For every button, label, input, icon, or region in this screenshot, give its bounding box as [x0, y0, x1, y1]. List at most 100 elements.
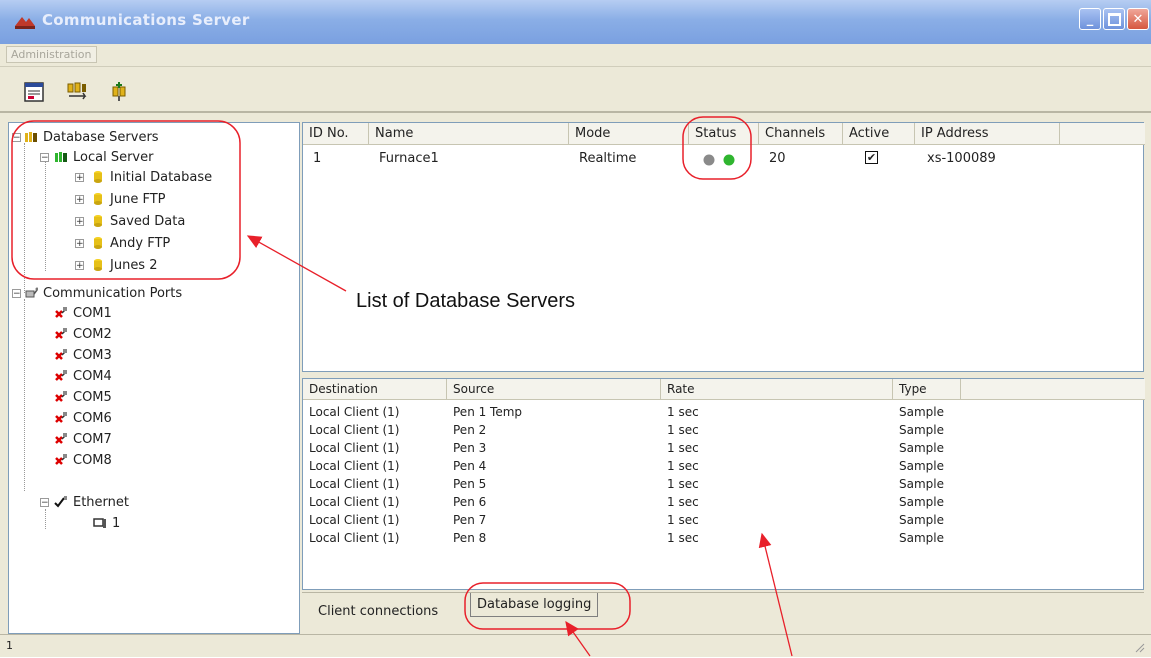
server-tree[interactable]: − Database Servers − Local Server + Init… — [8, 122, 300, 634]
tree-item-saved-data[interactable]: Saved Data — [91, 211, 185, 231]
server-add-button[interactable] — [108, 80, 132, 104]
cell-type: Sample — [899, 405, 944, 419]
status-text: 1 — [6, 639, 13, 652]
minimize-button[interactable]: _ — [1079, 8, 1101, 30]
database-icon — [94, 215, 102, 227]
status-bar: 1 — [0, 634, 1151, 657]
tree-item-initial-database[interactable]: Initial Database — [91, 167, 212, 187]
status-indicators — [703, 153, 739, 171]
maximize-icon — [1107, 12, 1121, 26]
cell-rate: 1 sec — [667, 513, 699, 527]
server-connect-button[interactable] — [65, 80, 89, 104]
cell-type: Sample — [899, 495, 944, 509]
cell-destination: Local Client (1) — [309, 477, 400, 491]
tree-item-device-1[interactable]: 1 — [93, 513, 120, 533]
menu-administration[interactable]: Administration — [6, 46, 97, 63]
col-header-type[interactable]: Type — [893, 379, 961, 400]
tree-item-local-server[interactable]: Local Server — [54, 147, 153, 167]
server-add-icon — [112, 82, 126, 101]
cell-source: Pen 8 — [453, 531, 487, 545]
cell-source: Pen 4 — [453, 459, 487, 473]
row-id: 1 — [313, 151, 322, 166]
annotation-label: List of Database Servers — [356, 290, 575, 312]
col-header-status[interactable]: Status — [689, 123, 759, 145]
cell-source: Pen 1 Temp — [453, 405, 523, 419]
close-icon: ✕ — [1132, 11, 1144, 27]
cell-destination: Local Client (1) — [309, 423, 400, 437]
tab-client-connections[interactable]: Client connections — [312, 600, 444, 623]
tab-database-logging[interactable]: Database logging — [470, 593, 599, 617]
com-port-error-icon — [55, 328, 67, 339]
tree-item-andy-ftp[interactable]: Andy FTP — [91, 233, 170, 253]
database-icon — [94, 171, 102, 183]
com-port-error-icon — [55, 370, 67, 381]
tree-item-com4[interactable]: COM4 — [54, 366, 112, 386]
resize-grip-icon[interactable] — [1133, 641, 1145, 653]
tree-item-junes-2[interactable]: Junes 2 — [91, 255, 158, 275]
com-port-error-icon — [55, 433, 67, 444]
active-checkbox[interactable]: ✔ — [865, 151, 878, 164]
title-bar[interactable]: Communications Server _ ✕ — [0, 0, 1151, 44]
close-button[interactable]: ✕ — [1127, 8, 1149, 30]
cell-destination: Local Client (1) — [309, 441, 400, 455]
tab-strip: Client connections Database logging — [302, 592, 1144, 630]
window-title: Communications Server — [42, 11, 250, 29]
com-port-error-icon — [55, 412, 67, 423]
row-ip-address: xs-100089 — [927, 151, 996, 166]
servers-table[interactable]: ID No. Name Mode Status Channels Active … — [302, 122, 1145, 372]
toolbar — [0, 67, 1151, 113]
cell-rate: 1 sec — [667, 477, 699, 491]
database-icon — [94, 259, 102, 271]
row-name: Furnace1 — [379, 151, 439, 166]
tree-item-june-ftp[interactable]: June FTP — [91, 189, 165, 209]
tree-item-ethernet[interactable]: Ethernet — [54, 492, 129, 512]
col-header-name[interactable]: Name — [369, 123, 569, 145]
col-header-active[interactable]: Active — [843, 123, 915, 145]
cell-source: Pen 7 — [453, 513, 487, 527]
database-servers-icon — [25, 132, 37, 142]
col-header-mode[interactable]: Mode — [569, 123, 689, 145]
com-port-error-icon — [55, 391, 67, 402]
status-ok-icon — [723, 154, 735, 166]
cell-destination: Local Client (1) — [309, 459, 400, 473]
col-header-source[interactable]: Source — [447, 379, 661, 400]
cell-rate: 1 sec — [667, 405, 699, 419]
col-header-channels[interactable]: Channels — [759, 123, 843, 145]
right-pane: ID No. Name Mode Status Channels Active … — [302, 122, 1145, 630]
tree-item-com2[interactable]: COM2 — [54, 324, 112, 344]
col-header-id[interactable]: ID No. — [303, 123, 369, 145]
communications-server-window: Communications Server _ ✕ Administration — [0, 0, 1151, 657]
tree-item-com8[interactable]: COM8 — [54, 450, 112, 470]
tree-item-com1[interactable]: COM1 — [54, 303, 112, 323]
com-port-error-icon — [55, 307, 67, 318]
menu-bar: Administration — [0, 44, 1151, 67]
col-header-spacer — [961, 379, 1145, 400]
cell-destination: Local Client (1) — [309, 495, 400, 509]
app-icon — [15, 17, 35, 29]
cell-type: Sample — [899, 459, 944, 473]
cell-rate: 1 sec — [667, 531, 699, 545]
ethernet-ok-icon — [54, 496, 67, 508]
cell-rate: 1 sec — [667, 495, 699, 509]
tree-item-database-servers[interactable]: Database Servers — [24, 127, 159, 147]
database-icon — [94, 237, 102, 249]
col-header-destination[interactable]: Destination — [303, 379, 447, 400]
com-port-error-icon — [55, 349, 67, 360]
col-header-rate[interactable]: Rate — [661, 379, 893, 400]
maximize-button[interactable] — [1103, 8, 1125, 30]
tree-item-com7[interactable]: COM7 — [54, 429, 112, 449]
server-icon — [55, 152, 67, 162]
report-icon — [24, 82, 44, 102]
tree-item-com6[interactable]: COM6 — [54, 408, 112, 428]
cell-source: Pen 5 — [453, 477, 487, 491]
tree-item-com5[interactable]: COM5 — [54, 387, 112, 407]
cell-type: Sample — [899, 513, 944, 527]
cell-source: Pen 6 — [453, 495, 487, 509]
tree-item-communication-ports[interactable]: Communication Ports — [24, 283, 182, 303]
tree-item-com3[interactable]: COM3 — [54, 345, 112, 365]
status-idle-icon — [703, 154, 715, 166]
col-header-ip-address[interactable]: IP Address — [915, 123, 1060, 145]
report-button[interactable] — [22, 80, 46, 104]
database-logging-table[interactable]: Destination Source Rate Type Local Clien… — [302, 378, 1145, 590]
server-connect-icon — [67, 82, 87, 100]
